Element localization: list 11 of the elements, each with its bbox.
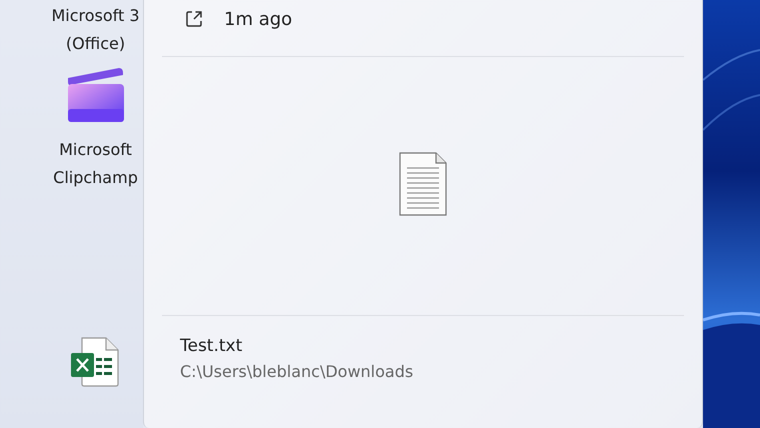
spreadsheet-file-icon[interactable] <box>70 336 122 388</box>
desktop-icon-label: (Office) <box>66 33 126 55</box>
desktop-icon-label: Clipchamp <box>53 167 138 189</box>
timestamp: 1m ago <box>224 8 292 30</box>
open-external-icon[interactable] <box>184 9 204 29</box>
file-name: Test.txt <box>180 336 244 356</box>
text-document-icon <box>398 152 448 216</box>
file-path: C:\Users\bleblanc\Downloads <box>180 362 414 381</box>
desktop-icon-label: Microsoft <box>59 139 132 161</box>
desktop-icon-label: Microsoft 3 <box>51 5 140 27</box>
clapperboard-icon[interactable] <box>66 66 124 124</box>
